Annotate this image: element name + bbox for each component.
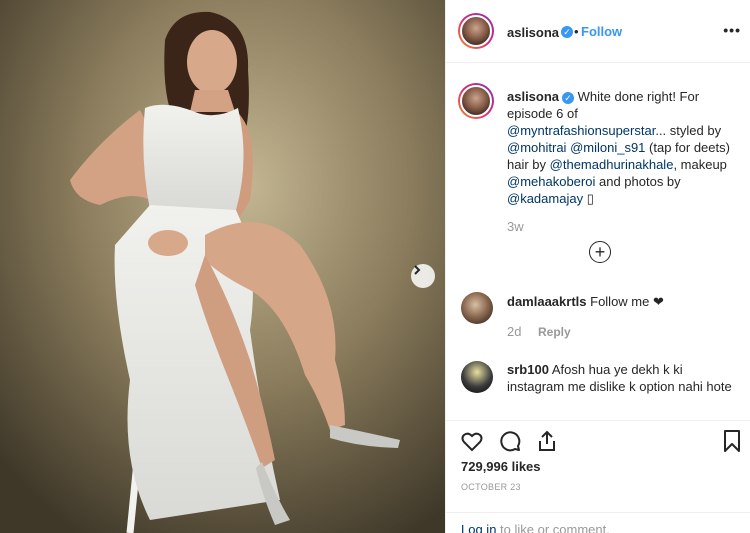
share-icon[interactable] — [535, 429, 559, 453]
post-side-panel: aslisona ✓ • Follow ••• aslisona ✓ White … — [445, 0, 750, 533]
heart-icon[interactable] — [460, 429, 484, 453]
bookmark-icon[interactable] — [720, 429, 744, 453]
comment-text: damlaaakrtls Follow me ❤ — [507, 294, 664, 310]
post-image-illustration — [0, 0, 445, 533]
mention-link[interactable]: @mohitrai — [507, 140, 566, 155]
mention-link[interactable]: @miloni_s91 — [570, 140, 645, 155]
comment-timestamp[interactable]: 2d — [507, 324, 521, 339]
caption-timestamp[interactable]: 3w — [507, 219, 524, 234]
post-date[interactable]: OCTOBER 23 — [461, 482, 521, 492]
login-prompt: Log in to like or comment. — [446, 512, 750, 533]
caption-text-part: , makeup — [673, 157, 727, 172]
login-link[interactable]: Log in — [461, 522, 496, 533]
comment-body: Follow me ❤ — [590, 294, 664, 309]
verified-badge-icon: ✓ — [561, 26, 573, 38]
login-prompt-text: to like or comment. — [500, 522, 610, 533]
mention-link[interactable]: @mehakoberoi — [507, 174, 595, 189]
author-avatar[interactable] — [458, 13, 494, 49]
post-photo[interactable] — [0, 0, 445, 533]
load-more-comments-button[interactable]: + — [589, 241, 611, 263]
commenter-username[interactable]: srb100 — [507, 362, 549, 377]
verified-badge-icon: ✓ — [562, 91, 575, 104]
post-header: aslisona ✓ • Follow ••• — [446, 0, 750, 63]
caption-text-part: and photos by — [598, 174, 681, 189]
next-photo-button[interactable] — [411, 264, 435, 288]
comment-icon[interactable] — [498, 429, 522, 453]
more-options-icon[interactable]: ••• — [723, 22, 741, 38]
reply-button[interactable]: Reply — [538, 325, 571, 339]
mention-link[interactable]: @themadhurinakhale — [550, 157, 674, 172]
commenter-avatar[interactable] — [461, 292, 493, 324]
mention-link[interactable]: @kadamajay — [507, 191, 583, 206]
commenter-username[interactable]: damlaaakrtls — [507, 294, 587, 309]
likes-count[interactable]: 729,996 likes — [461, 459, 541, 474]
mention-link[interactable]: @myntrafashionsuperstar — [507, 123, 655, 138]
action-bar — [446, 420, 750, 453]
chevron-right-icon — [414, 265, 421, 275]
comments-section[interactable]: aslisona ✓ White done right! For episode … — [446, 63, 750, 420]
separator-dot: • — [574, 24, 579, 39]
author-username[interactable]: aslisona — [507, 25, 559, 40]
comment-text: srb100 Afosh hua ye dekh k ki instagram … — [507, 361, 739, 395]
caption-text-part: ... styled by — [655, 123, 722, 138]
commenter-avatar[interactable] — [461, 361, 493, 393]
caption-username[interactable]: aslisona — [507, 89, 559, 104]
follow-button[interactable]: Follow — [581, 24, 622, 39]
caption-author-avatar[interactable] — [458, 83, 494, 119]
caption-text: aslisona ✓ White done right! For episode … — [507, 88, 739, 207]
emoji-glyph: ▯ — [586, 191, 594, 206]
